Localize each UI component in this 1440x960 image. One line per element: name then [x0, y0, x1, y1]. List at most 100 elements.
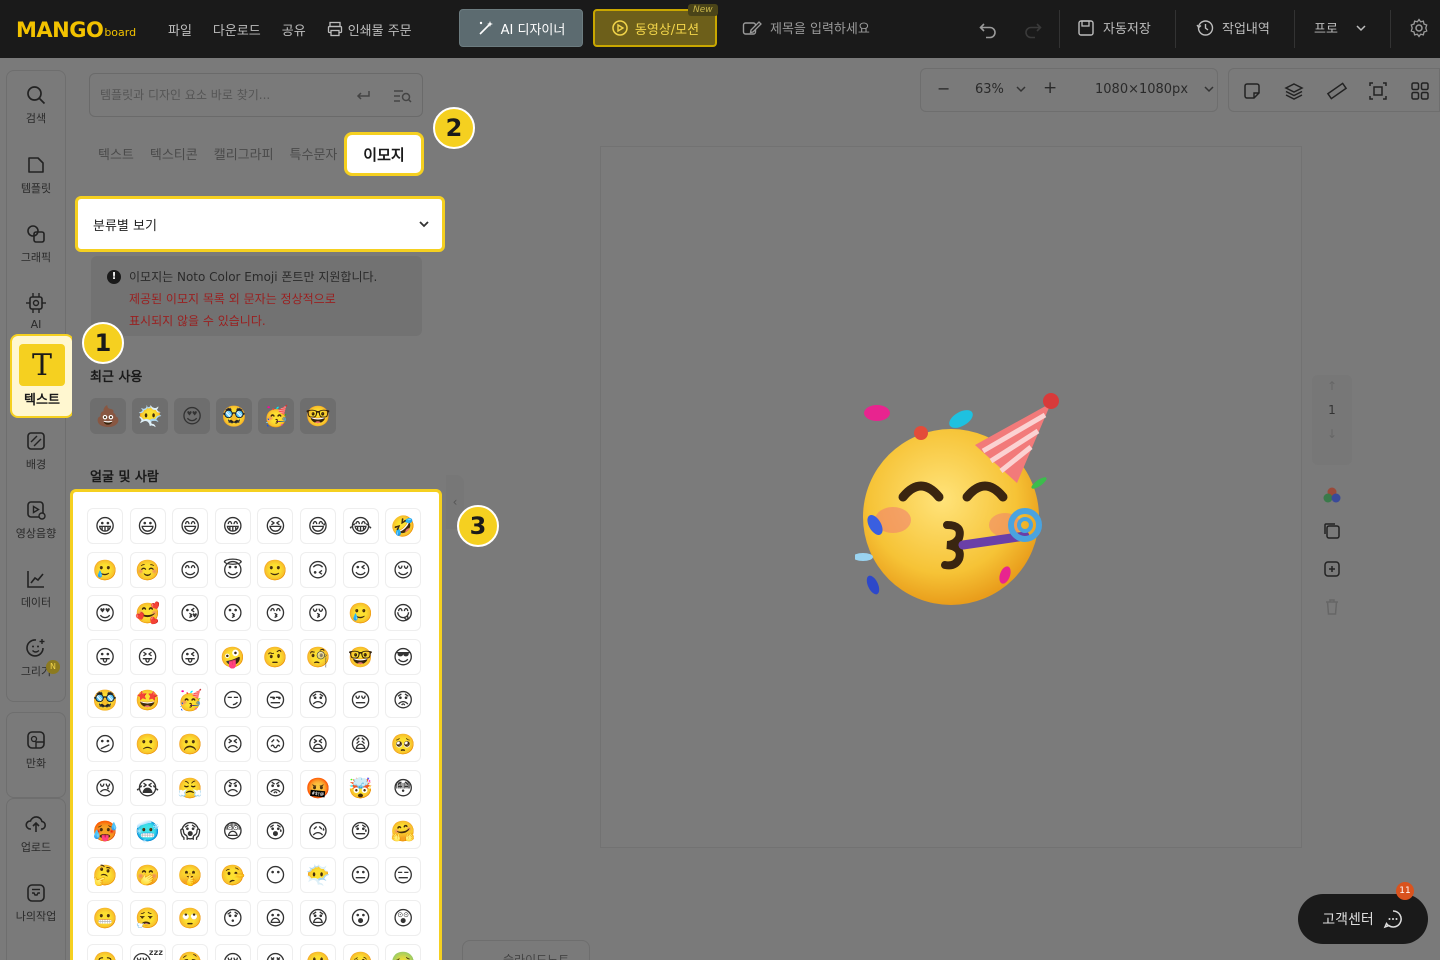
- pro-plan-dropdown[interactable]: 프로: [1314, 18, 1366, 37]
- autosave-button[interactable]: 자동저장: [1077, 18, 1151, 37]
- emoji-grid-item[interactable]: 🤨: [257, 638, 294, 675]
- focus-frame-icon[interactable]: [1368, 81, 1388, 101]
- emoji-grid-item[interactable]: ☹️: [172, 725, 209, 762]
- canvas-size-select[interactable]: 1080×1080px: [1095, 82, 1214, 97]
- emoji-grid-item[interactable]: 😬: [87, 900, 123, 937]
- emoji-grid-item[interactable]: 🤫: [172, 856, 209, 893]
- tab-texticon[interactable]: 텍스티콘: [150, 144, 198, 163]
- emoji-grid-item[interactable]: 😗: [214, 595, 251, 632]
- emoji-grid-item[interactable]: 🙂: [257, 551, 294, 588]
- page-down-button[interactable]: ↓: [1312, 427, 1352, 441]
- emoji-grid-item[interactable]: 🤥: [214, 856, 251, 893]
- nav-background[interactable]: 배경: [0, 430, 72, 472]
- zoom-in-button[interactable]: +: [1043, 78, 1057, 98]
- emoji-grid-item[interactable]: 🥱: [87, 943, 123, 960]
- emoji-grid-item[interactable]: 🤗: [385, 813, 422, 850]
- emoji-grid-item[interactable]: 😙: [257, 595, 294, 632]
- duplicate-page-icon[interactable]: [1322, 521, 1342, 541]
- color-palette-icon[interactable]: [1322, 486, 1342, 504]
- emoji-grid-item[interactable]: 😑: [385, 856, 422, 893]
- emoji-grid-item[interactable]: 🙄: [172, 900, 209, 937]
- recent-emoji-item[interactable]: 😍: [174, 398, 210, 434]
- emoji-grid-item[interactable]: 🥳: [172, 682, 209, 719]
- emoji-grid-item[interactable]: 🙃: [299, 551, 336, 588]
- nav-comic[interactable]: 만화: [0, 729, 72, 771]
- emoji-grid-item[interactable]: 😰: [257, 813, 294, 850]
- emoji-grid-item[interactable]: 😧: [299, 900, 336, 937]
- emoji-grid-item[interactable]: 😍: [87, 595, 123, 632]
- emoji-grid-item[interactable]: 🥸: [87, 682, 123, 719]
- design-artboard[interactable]: [600, 146, 1302, 848]
- emoji-grid-item[interactable]: 😉: [342, 551, 379, 588]
- ai-designer-button[interactable]: AI 디자이너: [459, 9, 583, 47]
- tab-text[interactable]: 텍스트: [98, 144, 134, 163]
- nav-text[interactable]: T 텍스트: [10, 334, 74, 418]
- emoji-grid-item[interactable]: 😩: [342, 725, 379, 762]
- emoji-grid-item[interactable]: 🤢: [385, 943, 422, 960]
- page-up-button[interactable]: ↑: [1312, 379, 1352, 393]
- emoji-grid-item[interactable]: 🥰: [129, 595, 166, 632]
- nav-graphic[interactable]: 그래픽: [0, 223, 72, 265]
- nav-upload[interactable]: 업로드: [0, 813, 72, 855]
- zoom-level-select[interactable]: 63%: [975, 82, 1026, 97]
- emoji-grid-item[interactable]: 😒: [257, 682, 294, 719]
- emoji-grid-item[interactable]: 😂: [342, 508, 379, 544]
- menu-file[interactable]: 파일: [168, 20, 192, 39]
- nav-my-work[interactable]: 나의작업: [0, 882, 72, 924]
- customer-center-button[interactable]: 고객센터: [1298, 894, 1428, 944]
- emoji-grid-item[interactable]: 😀: [87, 508, 123, 544]
- history-button[interactable]: 작업내역: [1196, 18, 1270, 37]
- nav-template[interactable]: 템플릿: [0, 154, 72, 196]
- emoji-grid-item[interactable]: 😘: [172, 595, 209, 632]
- emoji-grid-item[interactable]: 😞: [299, 682, 336, 719]
- tab-special-chars[interactable]: 특수문자: [290, 144, 338, 163]
- trash-icon[interactable]: [1322, 597, 1342, 617]
- emoji-grid-item[interactable]: 🤬: [299, 769, 336, 806]
- emoji-grid-item[interactable]: 😳: [385, 769, 422, 806]
- emoji-grid-item[interactable]: 🤣: [385, 508, 422, 544]
- emoji-grid-item[interactable]: 🤤: [172, 943, 209, 960]
- emoji-grid-item[interactable]: 😱: [172, 813, 209, 850]
- emoji-grid-item[interactable]: 😆: [257, 508, 294, 544]
- emoji-grid-item[interactable]: 😵: [257, 943, 294, 960]
- nav-data[interactable]: 데이터: [0, 568, 72, 610]
- nav-draw[interactable]: 그리기: [0, 637, 72, 679]
- menu-download[interactable]: 다운로드: [213, 20, 261, 39]
- undo-icon[interactable]: [978, 19, 998, 39]
- emoji-grid-item[interactable]: 🙁: [129, 725, 166, 762]
- emoji-grid-item[interactable]: 🤯: [342, 769, 379, 806]
- menu-share[interactable]: 공유: [282, 20, 306, 39]
- emoji-grid-item[interactable]: 🥴: [342, 943, 379, 960]
- add-page-icon[interactable]: [1322, 559, 1342, 579]
- emoji-grid-item[interactable]: ☺️: [129, 551, 166, 588]
- emoji-grid-item[interactable]: 😐: [342, 856, 379, 893]
- mangoboard-logo[interactable]: MANGO board: [16, 17, 138, 41]
- emoji-grid-item[interactable]: 😠: [214, 769, 251, 806]
- emoji-grid-item[interactable]: 😢: [87, 769, 123, 806]
- menu-print-order[interactable]: 인쇄물 주문: [327, 20, 412, 39]
- title-input[interactable]: 제목을 입력하세요: [742, 18, 870, 37]
- emoji-grid-item[interactable]: 😃: [129, 508, 166, 544]
- emoji-grid-item[interactable]: 😡: [257, 769, 294, 806]
- emoji-grid-item[interactable]: 😇: [214, 551, 251, 588]
- emoji-grid-item[interactable]: 🥲: [342, 595, 379, 632]
- emoji-grid-item[interactable]: 😎: [385, 638, 422, 675]
- emoji-grid-item[interactable]: 😕: [87, 725, 123, 762]
- emoji-grid-item[interactable]: 😣: [214, 725, 251, 762]
- partying-face-emoji-icon[interactable]: [855, 385, 1075, 615]
- emoji-grid-item[interactable]: 😏: [214, 682, 251, 719]
- emoji-grid-item[interactable]: 🤭: [129, 856, 166, 893]
- zoom-out-button[interactable]: −: [937, 79, 950, 98]
- emoji-grid-item[interactable]: 😦: [257, 900, 294, 937]
- sticker-icon[interactable]: [1242, 81, 1262, 101]
- emoji-grid-item[interactable]: 🤓: [342, 638, 379, 675]
- ruler-icon[interactable]: [1326, 81, 1348, 101]
- emoji-grid-item[interactable]: 🤔: [87, 856, 123, 893]
- emoji-grid-item[interactable]: 🥺: [385, 725, 422, 762]
- emoji-grid-item[interactable]: 😶: [257, 856, 294, 893]
- emoji-grid-item[interactable]: 😝: [129, 638, 166, 675]
- recent-emoji-item[interactable]: 🥸: [216, 398, 252, 434]
- emoji-grid-item[interactable]: 😊: [172, 551, 209, 588]
- emoji-grid-item[interactable]: 😄: [172, 508, 209, 544]
- layers-icon[interactable]: [1284, 81, 1304, 101]
